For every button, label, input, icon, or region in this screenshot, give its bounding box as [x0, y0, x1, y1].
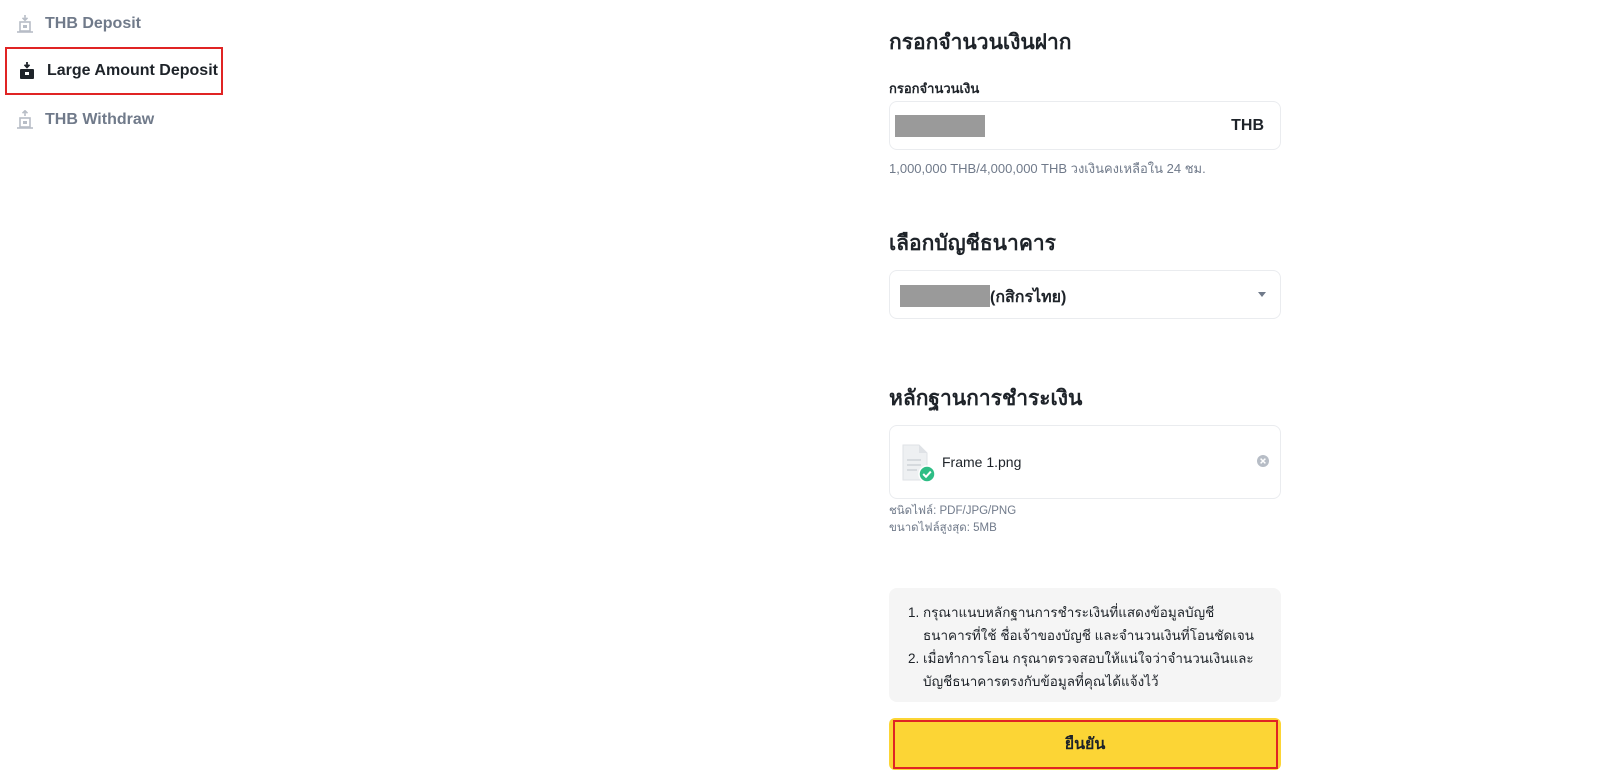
bank-account-select[interactable]: (กสิกรไทย): [889, 270, 1281, 319]
sidebar-item-thb-deposit[interactable]: THB Deposit: [5, 0, 223, 48]
amount-section-title: กรอกจำนวนเงินฝาก: [889, 31, 1072, 54]
large-deposit-icon: [18, 61, 36, 81]
file-size-hint: ขนาดไฟล์สูงสุด: 5MB: [889, 522, 997, 534]
sidebar-item-label: THB Deposit: [45, 15, 141, 32]
bank-name: (กสิกรไทย): [990, 289, 1067, 306]
currency-label: THB: [1231, 117, 1264, 134]
instruction-item: กรุณาแนบหลักฐานการชำระเงินที่แสดงข้อมูลบ…: [923, 601, 1263, 647]
bank-section-title: เลือกบัญชีธนาคาร: [889, 232, 1056, 255]
confirm-button-label: ยืนยัน: [1064, 735, 1106, 753]
proof-section-title: หลักฐานการชำระเงิน: [889, 387, 1083, 410]
sidebar-item-label: THB Withdraw: [45, 111, 155, 128]
remove-file-icon[interactable]: [1256, 454, 1270, 468]
confirm-button[interactable]: ยืนยัน: [889, 718, 1281, 770]
redacted-amount-value: [895, 115, 985, 137]
amount-label: กรอกจำนวนเงิน: [889, 81, 980, 96]
amount-limit-hint: 1,000,000 THB/4,000,000 THB วงเงินคงเหลื…: [889, 161, 1206, 176]
uploaded-file-name: Frame 1.png: [942, 454, 1022, 470]
upload-instructions: กรุณาแนบหลักฐานการชำระเงินที่แสดงข้อมูลบ…: [889, 588, 1281, 702]
amount-input[interactable]: THB: [889, 101, 1281, 150]
withdraw-icon: [16, 110, 34, 130]
file-type-hint: ชนิดไฟล์: PDF/JPG/PNG: [889, 505, 1017, 517]
instruction-item: เมื่อทำการโอน กรุณาตรวจสอบให้แน่ใจว่าจำน…: [923, 647, 1263, 693]
redacted-account-number: [900, 285, 990, 307]
payment-proof-upload[interactable]: Frame 1.png: [889, 425, 1281, 499]
sidebar-item-thb-withdraw[interactable]: THB Withdraw: [5, 96, 223, 144]
caret-down-icon: [1258, 292, 1266, 297]
deposit-icon: [16, 14, 34, 34]
sidebar-item-large-amount-deposit[interactable]: Large Amount Deposit: [5, 47, 223, 95]
file-uploaded-icon: [901, 444, 937, 484]
sidebar-item-label: Large Amount Deposit: [47, 62, 218, 79]
